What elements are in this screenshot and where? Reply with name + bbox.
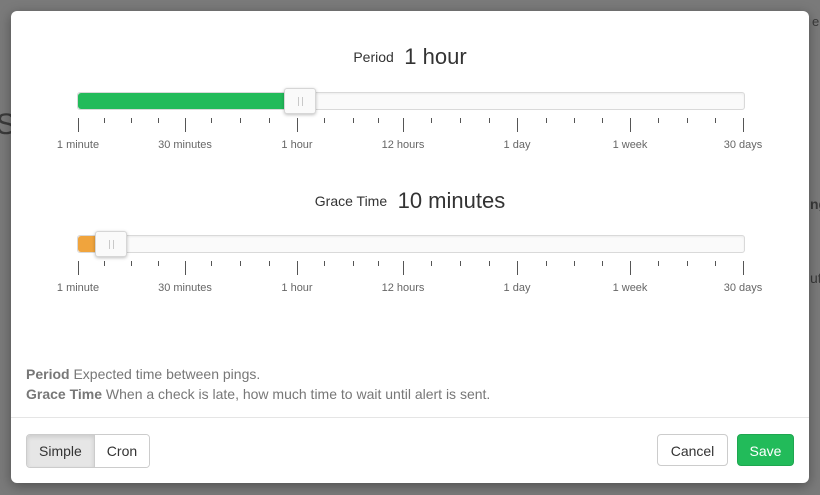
major-tick <box>403 261 404 275</box>
minor-tick <box>687 261 688 266</box>
minor-tick <box>602 118 603 123</box>
help-period: Period Expected time between pings. <box>26 364 260 384</box>
scale-label: 1 hour <box>281 139 313 151</box>
period-slider-handle[interactable] <box>283 88 316 114</box>
major-tick <box>517 118 518 132</box>
help-period-text: Expected time between pings. <box>73 366 261 382</box>
minor-tick <box>240 261 241 266</box>
major-tick <box>78 118 79 132</box>
minor-tick <box>574 118 575 123</box>
scale-label: 12 hours <box>381 139 425 151</box>
minor-tick <box>378 118 379 123</box>
scale-label: 30 minutes <box>158 282 212 294</box>
schedule-mode-toggle: Simple Cron <box>26 434 151 468</box>
grace-label: Grace Time <box>314 193 388 209</box>
minor-tick <box>431 261 432 266</box>
scale-label: 30 days <box>723 139 763 151</box>
grace-scale-labels: 1 minute 30 minutes 1 hour 12 hours 1 da… <box>11 282 809 298</box>
major-tick <box>185 118 186 132</box>
minor-tick <box>489 118 490 123</box>
minor-tick <box>546 261 547 266</box>
major-tick <box>403 118 404 132</box>
minor-tick <box>240 118 241 123</box>
minor-tick <box>269 261 270 266</box>
minor-tick <box>324 261 325 266</box>
major-tick <box>78 261 79 275</box>
help-period-term: Period <box>26 366 70 382</box>
period-label: Period <box>353 49 394 65</box>
major-tick <box>185 261 186 275</box>
help-grace: Grace Time When a check is late, how muc… <box>26 384 490 404</box>
mode-cron-button[interactable]: Cron <box>94 435 150 467</box>
scale-label: 12 hours <box>381 282 425 294</box>
period-slider[interactable] <box>77 88 745 114</box>
period-title: Period 1 hour <box>11 44 809 70</box>
mode-simple-button[interactable]: Simple <box>27 435 95 467</box>
scale-label: 1 day <box>503 282 531 294</box>
scale-label: 1 minute <box>56 139 100 151</box>
major-tick <box>630 118 631 132</box>
minor-tick <box>324 118 325 123</box>
minor-tick <box>489 261 490 266</box>
major-tick <box>297 261 298 275</box>
minor-tick <box>546 118 547 123</box>
update-timeout-dialog: Period 1 hour 1 minute 30 minutes 1 hour… <box>11 11 809 483</box>
background-text-fragment: ut <box>810 270 820 286</box>
minor-tick <box>104 118 105 123</box>
period-scale-ticks <box>11 118 809 134</box>
minor-tick <box>658 118 659 123</box>
minor-tick <box>104 261 105 266</box>
period-scale-labels: 1 minute 30 minutes 1 hour 12 hours 1 da… <box>11 139 809 155</box>
major-tick <box>630 261 631 275</box>
background-text-fragment: ng <box>810 196 820 212</box>
major-tick <box>743 118 744 132</box>
major-tick <box>517 261 518 275</box>
minor-tick <box>131 261 132 266</box>
minor-tick <box>269 118 270 123</box>
major-tick <box>743 261 744 275</box>
major-tick <box>297 118 298 132</box>
scale-label: 1 day <box>503 139 531 151</box>
dialog-footer: Simple Cron Cancel Save <box>11 417 809 483</box>
scale-label: 1 minute <box>56 282 100 294</box>
scale-label: 30 days <box>723 282 763 294</box>
minor-tick <box>715 261 716 266</box>
minor-tick <box>460 261 461 266</box>
period-slider-fill <box>78 93 296 109</box>
scale-label: 1 week <box>612 282 648 294</box>
minor-tick <box>211 118 212 123</box>
background-text-fragment: e <box>812 14 820 29</box>
grace-title: Grace Time 10 minutes <box>11 188 809 214</box>
minor-tick <box>158 118 159 123</box>
minor-tick <box>658 261 659 266</box>
minor-tick <box>602 261 603 266</box>
grace-slider[interactable] <box>77 231 745 257</box>
grace-value: 10 minutes <box>397 188 506 213</box>
scale-label: 1 week <box>612 139 648 151</box>
scale-label: 30 minutes <box>158 139 212 151</box>
minor-tick <box>431 118 432 123</box>
scale-label: 1 hour <box>281 282 313 294</box>
grace-scale-ticks <box>11 261 809 277</box>
minor-tick <box>460 118 461 123</box>
minor-tick <box>211 261 212 266</box>
help-grace-term: Grace Time <box>26 386 103 402</box>
minor-tick <box>158 261 159 266</box>
minor-tick <box>353 261 354 266</box>
minor-tick <box>378 261 379 266</box>
period-value: 1 hour <box>404 44 467 69</box>
grace-slider-handle[interactable] <box>95 231 128 257</box>
minor-tick <box>353 118 354 123</box>
minor-tick <box>687 118 688 123</box>
minor-tick <box>715 118 716 123</box>
help-grace-text: When a check is late, how much time to w… <box>105 386 491 402</box>
cancel-button[interactable]: Cancel <box>657 434 728 466</box>
minor-tick <box>131 118 132 123</box>
save-button[interactable]: Save <box>737 434 794 466</box>
minor-tick <box>574 261 575 266</box>
